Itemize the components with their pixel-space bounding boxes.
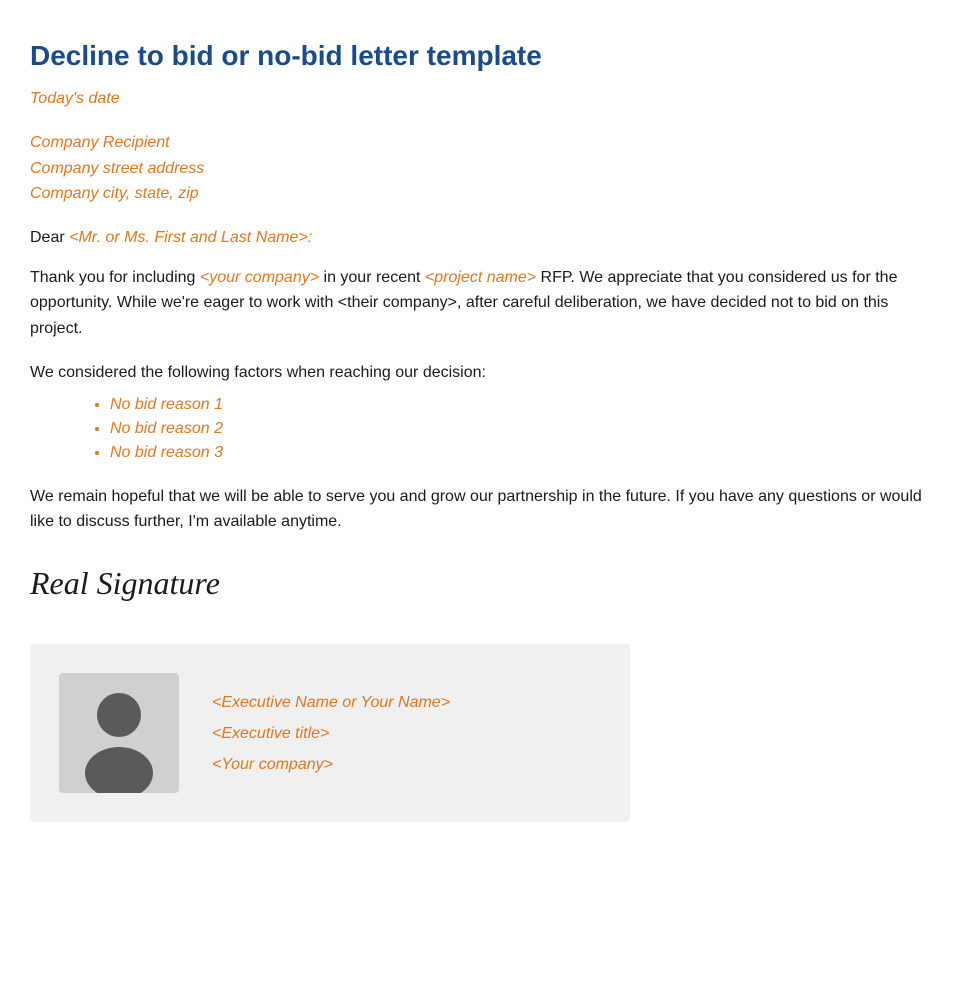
contact-name: <Executive Name or Your Name> bbox=[212, 689, 450, 716]
list-item: No bid reason 1 bbox=[110, 396, 940, 414]
contact-card: <Executive Name or Your Name> <Executive… bbox=[30, 644, 630, 822]
date-line: Today's date bbox=[30, 90, 940, 108]
signature-area: Real Signature bbox=[30, 563, 940, 605]
address-street: Company street address bbox=[30, 156, 940, 182]
list-item: No bid reason 2 bbox=[110, 420, 940, 438]
address-recipient: Company Recipient bbox=[30, 130, 940, 156]
address-block: Company Recipient Company street address… bbox=[30, 130, 940, 207]
contact-company: <Your company> bbox=[212, 751, 450, 778]
body1-project: <project name> bbox=[425, 269, 536, 286]
body-paragraph-1: Thank you for including <your company> i… bbox=[30, 265, 940, 342]
signature-text: Real Signature bbox=[30, 565, 220, 601]
salutation-placeholder: <Mr. or Ms. First and Last Name>: bbox=[69, 229, 312, 246]
body1-prefix: Thank you for including bbox=[30, 269, 200, 286]
contact-info: <Executive Name or Your Name> <Executive… bbox=[212, 689, 450, 779]
avatar-icon bbox=[59, 673, 179, 793]
list-item: No bid reason 3 bbox=[110, 444, 940, 462]
body1-your-company: <your company> bbox=[200, 269, 319, 286]
address-city: Company city, state, zip bbox=[30, 181, 940, 207]
salutation-prefix: Dear bbox=[30, 229, 69, 246]
salutation: Dear <Mr. or Ms. First and Last Name>: bbox=[30, 229, 940, 247]
avatar bbox=[54, 668, 184, 798]
closing-paragraph: We remain hopeful that we will be able t… bbox=[30, 484, 940, 535]
factors-intro: We considered the following factors when… bbox=[30, 364, 940, 382]
page-title: Decline to bid or no-bid letter template bbox=[30, 40, 940, 72]
reasons-list: No bid reason 1 No bid reason 2 No bid r… bbox=[30, 396, 940, 462]
contact-title: <Executive title> bbox=[212, 720, 450, 747]
body1-middle: in your recent bbox=[319, 269, 425, 286]
